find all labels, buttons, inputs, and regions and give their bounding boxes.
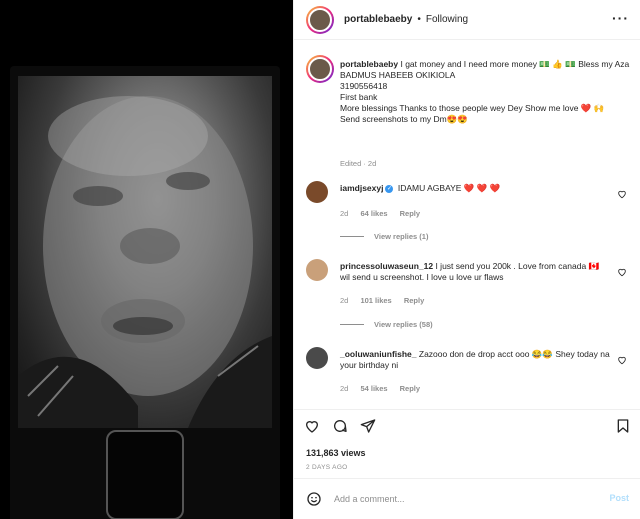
comment-body: iamdjsexyj ✓ IDAMU AGBAYE ❤️ ❤️ ❤️ — [340, 183, 610, 194]
comments-list[interactable]: portablebaeby I gat money and I need mor… — [294, 41, 640, 409]
comment-meta: 2d 101 likes Reply — [340, 296, 434, 305]
like-comment-heart-icon[interactable] — [617, 267, 627, 277]
face-illustration — [18, 96, 272, 428]
like-comment-heart-icon[interactable] — [617, 355, 627, 365]
post-panel: portablebaeby • Following ··· portableba… — [293, 0, 640, 519]
caption-meta: Edited · 2d — [340, 159, 377, 168]
share-paper-plane-icon[interactable] — [360, 418, 376, 434]
view-replies-label: View replies (1) — [374, 232, 429, 241]
comment-body: _ooluwaniunfishe_ Zazooo don de drop acc… — [340, 349, 610, 371]
view-replies-button[interactable]: View replies (1) — [340, 232, 428, 241]
caption-line-5: Send screenshots to my Dm😍😍 — [340, 114, 468, 124]
view-count[interactable]: 131,863 views — [306, 448, 366, 458]
like-comment-heart-icon[interactable] — [617, 189, 627, 199]
comment-username[interactable]: princessoluwaseun_12 — [340, 261, 433, 271]
comment-avatar[interactable] — [306, 181, 328, 203]
comment-bubble-icon[interactable] — [332, 418, 348, 434]
comment-likes[interactable]: 54 likes — [360, 384, 387, 393]
comment-body: princessoluwaseun_12 I just send you 200… — [340, 261, 610, 283]
emoji-icon[interactable] — [306, 491, 322, 507]
view-replies-button[interactable]: View replies (58) — [340, 320, 433, 329]
reply-button[interactable]: Reply — [400, 384, 420, 393]
reply-button[interactable]: Reply — [404, 296, 424, 305]
caption-text: portablebaeby I gat money and I need mor… — [340, 59, 636, 125]
caption-avatar[interactable] — [306, 55, 334, 83]
comment-input[interactable] — [334, 494, 594, 504]
comment-time: 2d — [340, 384, 349, 393]
post-header: portablebaeby • Following ··· — [294, 0, 640, 40]
author-avatar[interactable] — [306, 5, 334, 34]
caption-username[interactable]: portablebaeby — [340, 59, 398, 69]
caption-line-3: First bank — [340, 92, 378, 102]
author-username[interactable]: portablebaeby — [344, 14, 412, 25]
post-actions: 131,863 views 2 DAYS AGO — [294, 409, 640, 485]
verified-badge-icon: ✓ — [385, 184, 394, 193]
caption-line-4: More blessings Thanks to those people we… — [340, 103, 605, 113]
caption-line-2: 3190556418 — [340, 81, 388, 91]
comment-text: IDAMU AGBAYE ❤️ ❤️ ❤️ — [397, 183, 501, 193]
replies-divider — [340, 324, 364, 325]
post-media[interactable] — [0, 0, 293, 519]
post-photo — [18, 76, 272, 428]
like-heart-icon[interactable] — [304, 418, 320, 434]
camera-frame — [106, 430, 184, 519]
comment-username[interactable]: iamdjsexyj — [340, 183, 383, 193]
more-options-icon[interactable]: ··· — [612, 10, 629, 26]
comment-meta: 2d 64 likes Reply — [340, 209, 430, 218]
comment-avatar[interactable] — [306, 347, 328, 369]
comment-time: 2d — [340, 296, 349, 305]
view-replies-label: View replies (58) — [374, 320, 433, 329]
separator-dot: • — [417, 14, 421, 25]
following-button[interactable]: Following — [426, 14, 468, 25]
save-bookmark-icon[interactable] — [615, 418, 631, 434]
comment-likes[interactable]: 101 likes — [360, 296, 391, 305]
reply-button[interactable]: Reply — [400, 209, 420, 218]
replies-divider — [340, 236, 364, 237]
comment-avatar[interactable] — [306, 259, 328, 281]
post-button[interactable]: Post — [609, 493, 629, 503]
comment-time: 2d — [340, 209, 349, 218]
post-time: 2 DAYS AGO — [306, 464, 348, 471]
comment-composer: Post — [294, 478, 640, 519]
comment-username[interactable]: _ooluwaniunfishe_ — [340, 349, 417, 359]
comment-likes[interactable]: 64 likes — [360, 209, 387, 218]
comment-meta: 2d 54 likes Reply — [340, 384, 430, 393]
